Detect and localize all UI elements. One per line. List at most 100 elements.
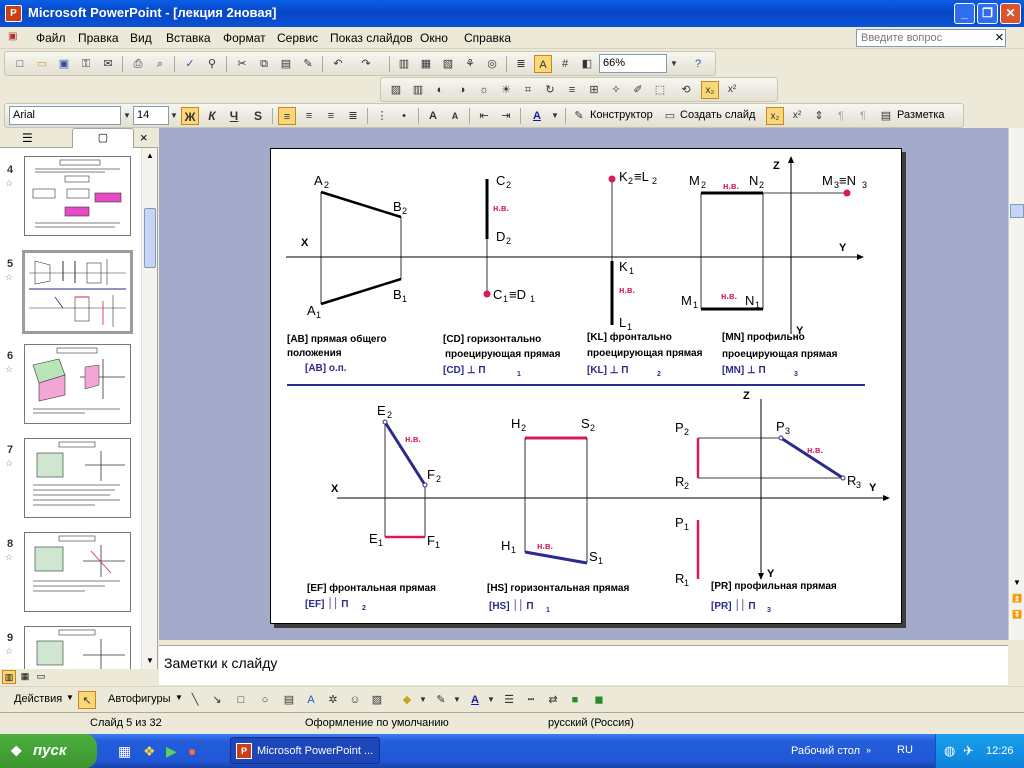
menu-help[interactable]: Справка (464, 31, 511, 45)
recolor-icon[interactable]: ✧ (607, 81, 625, 99)
new-icon[interactable]: □ (11, 55, 29, 73)
font-name-select[interactable]: Arial (9, 106, 121, 125)
more-brightness-icon[interactable]: ☼ (475, 81, 493, 99)
doc-icon[interactable]: ▣ (8, 31, 17, 42)
minimize-button[interactable]: _ (954, 3, 975, 24)
line-style-icon[interactable]: ≡ (563, 81, 581, 99)
autoshapes-menu[interactable]: Автофигуры (108, 693, 171, 705)
slide-thumbnail[interactable] (24, 532, 131, 612)
browser-icon[interactable]: ● (188, 743, 196, 759)
align-right-icon[interactable]: ≡ (322, 107, 340, 125)
line-style-icon[interactable]: ☰ (500, 691, 518, 709)
menu-view[interactable]: Вид (130, 31, 152, 45)
slide-canvas[interactable]: X Y Z Y A2 B2 A1 B1 C2 н.в. D2 C1 ≡D 1 K… (270, 148, 902, 624)
show-formatting-icon[interactable]: A (534, 55, 552, 73)
less-brightness-icon[interactable]: ☀ (497, 81, 515, 99)
right-to-left-icon[interactable]: ¶ (854, 107, 872, 125)
menu-tools[interactable]: Сервис (277, 31, 318, 45)
tray-app-icon[interactable]: ◍ (944, 743, 955, 759)
taskbar-item-powerpoint[interactable]: P Microsoft PowerPoint ... (230, 737, 380, 764)
desktop-toolbar-label[interactable]: Рабочий стол (791, 745, 860, 757)
bold-button[interactable]: Ж (181, 107, 199, 125)
close-doc-icon[interactable]: × (995, 29, 1004, 46)
menu-slideshow[interactable]: Показ слайдов (330, 31, 413, 45)
slide-sorter-icon[interactable]: ▦ (18, 670, 32, 684)
quicklaunch-windows-icon[interactable]: ❖ (143, 743, 156, 760)
spelling-icon[interactable]: ✓ (181, 55, 199, 73)
slide-thumbnail[interactable] (24, 438, 131, 518)
scroll-up-icon[interactable]: ▲ (143, 149, 157, 163)
close-button[interactable]: ✕ (1000, 3, 1021, 24)
layout-button[interactable]: Разметка (897, 109, 945, 121)
shadow-style-icon[interactable]: ■ (566, 691, 584, 709)
format-picture-icon[interactable]: ✐ (629, 81, 647, 99)
picture-icon[interactable]: ▨ (368, 691, 386, 709)
paste-icon[interactable]: ▤ (277, 55, 295, 73)
slide-thumbnail[interactable] (24, 626, 131, 671)
menu-edit[interactable]: Правка (78, 31, 119, 45)
insert-chart-icon[interactable]: ▥ (395, 55, 413, 73)
research-icon[interactable]: ⚲ (203, 55, 221, 73)
fill-color-dropdown-icon[interactable]: ▼ (414, 691, 432, 709)
subscript-button[interactable]: x₂ (766, 107, 784, 125)
actions-menu[interactable]: Действия (14, 693, 62, 705)
desktop-icon[interactable]: ▦ (118, 743, 131, 760)
scroll-down-icon[interactable]: ▼ (143, 654, 157, 668)
desktop-toolbar-expand-icon[interactable]: » (866, 745, 871, 755)
normal-view-icon[interactable]: ▥ (2, 670, 16, 684)
undo-icon[interactable]: ↶ (329, 55, 347, 73)
tray-network-icon[interactable]: ✈ (963, 743, 974, 759)
menu-window[interactable]: Окно (420, 31, 448, 45)
insert-picture-icon[interactable]: ▨ (387, 81, 405, 99)
line-color-dropdown-icon[interactable]: ▼ (448, 691, 466, 709)
format-painter-icon[interactable]: ✎ (299, 55, 317, 73)
font-color-dropdown-icon[interactable]: ▼ (546, 107, 564, 125)
media-player-icon[interactable]: ▶ (166, 743, 177, 760)
permission-icon[interactable]: ⚿ (77, 55, 95, 73)
spin-icon[interactable]: ⇕ (810, 107, 828, 125)
slideshow-icon[interactable]: ▭ (34, 670, 48, 684)
arrow-style-icon[interactable]: ⇄ (544, 691, 562, 709)
cut-icon[interactable]: ✂ (233, 55, 251, 73)
numbering-icon[interactable]: ⋮ (373, 107, 391, 125)
start-button[interactable]: ❖ пуск (0, 734, 97, 768)
insert-diagram-icon[interactable]: ⚘ (461, 55, 479, 73)
decrease-indent-icon[interactable]: ⇤ (475, 107, 493, 125)
email-icon[interactable]: ✉ (99, 55, 117, 73)
arrow-icon[interactable]: ↘ (208, 691, 226, 709)
reset-picture-icon[interactable]: ⟲ (677, 81, 695, 99)
dash-style-icon[interactable]: ┅ (522, 691, 540, 709)
menu-insert[interactable]: Вставка (166, 31, 211, 45)
slides-pane-scrollbar[interactable]: ▲ ▼ (141, 148, 157, 670)
powerpoint-app-icon[interactable]: P (5, 5, 22, 22)
set-transparent-icon[interactable]: ⬚ (651, 81, 669, 99)
ask-question-input[interactable]: Введите вопрос (856, 29, 1006, 47)
designer-button[interactable]: Конструктор (590, 109, 653, 121)
slide-thumbnail[interactable] (24, 344, 131, 424)
show-grid-icon[interactable]: # (556, 55, 574, 73)
color-icon[interactable]: ▥ (409, 81, 427, 99)
redo-icon[interactable]: ↷ (357, 55, 375, 73)
previous-slide-icon[interactable]: ⏫ (1010, 592, 1024, 606)
scroll-thumb[interactable] (144, 208, 156, 268)
print-preview-icon[interactable]: ⌕ (151, 55, 169, 73)
tables-borders-icon[interactable]: ▧ (439, 55, 457, 73)
print-icon[interactable]: ⎙ (129, 55, 147, 73)
increase-indent-icon[interactable]: ⇥ (497, 107, 515, 125)
slides-tab-icon[interactable]: ▢ (72, 128, 134, 148)
subscript-icon[interactable]: x₂ (701, 81, 719, 99)
slide-thumbnail[interactable] (24, 156, 131, 236)
layout-icon[interactable]: ▤ (877, 107, 895, 125)
more-contrast-icon[interactable]: ◐ (431, 81, 449, 99)
bullets-icon[interactable]: • (395, 107, 413, 125)
language-indicator[interactable]: RU (897, 744, 913, 756)
scroll-thumb[interactable] (1010, 204, 1024, 218)
designer-icon[interactable]: ✎ (570, 107, 588, 125)
justify-icon[interactable]: ≣ (344, 107, 362, 125)
less-contrast-icon[interactable]: ◑ (453, 81, 471, 99)
new-slide-icon[interactable]: ▭ (661, 107, 679, 125)
scroll-down-icon[interactable]: ▼ (1010, 576, 1024, 590)
align-left-icon[interactable]: ≡ (278, 107, 296, 125)
notes-pane[interactable]: Заметки к слайду (159, 645, 1008, 685)
superscript-button[interactable]: x² (788, 107, 806, 125)
